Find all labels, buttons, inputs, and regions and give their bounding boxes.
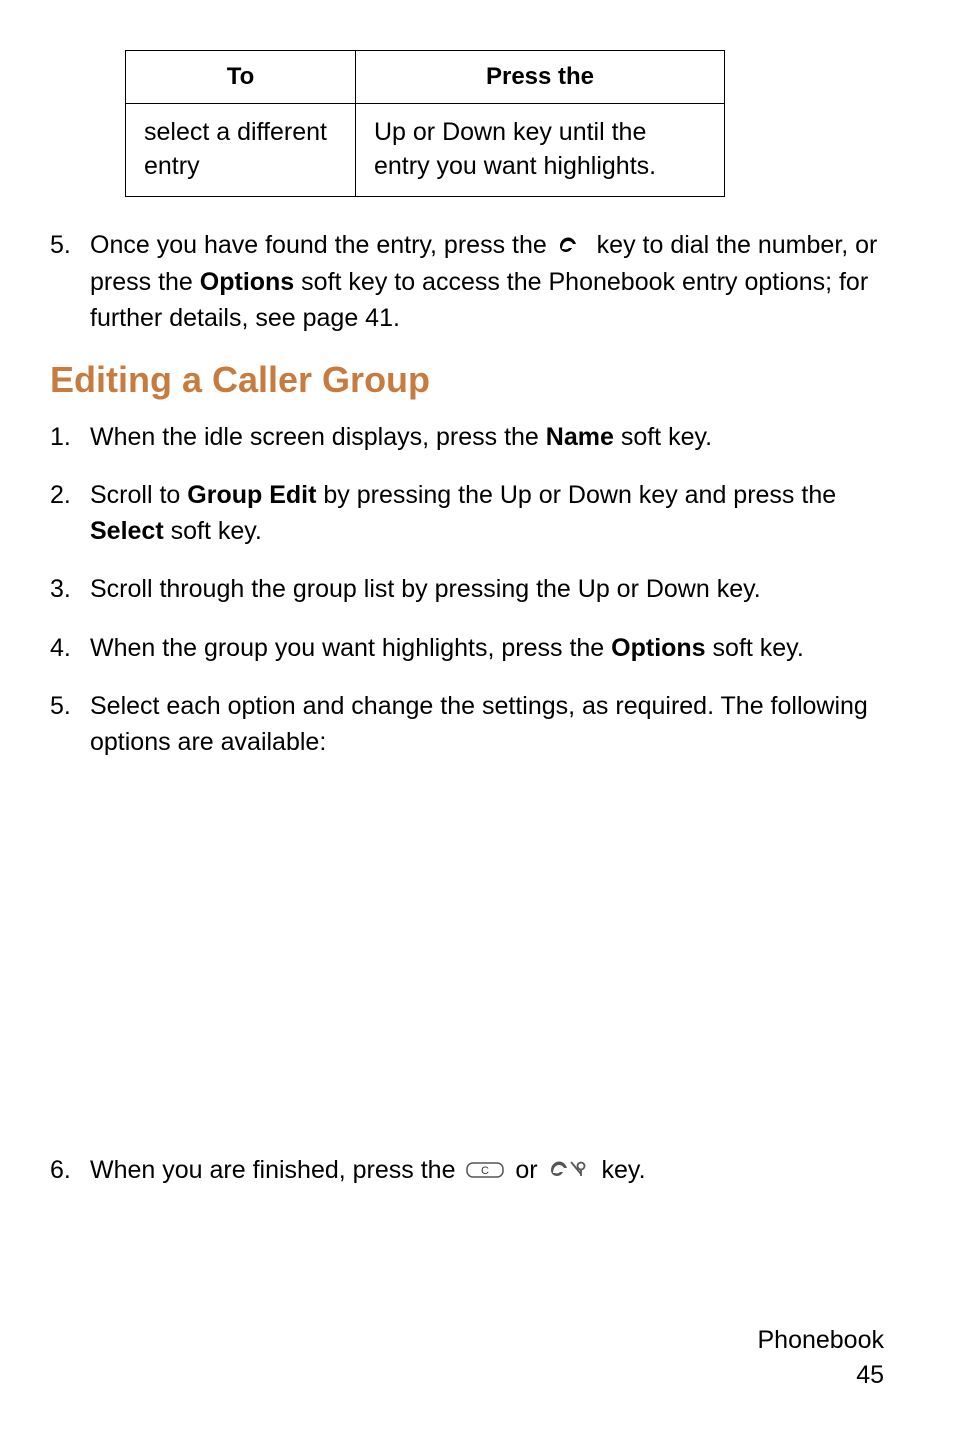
- footer-label: Phonebook: [757, 1323, 884, 1358]
- instruction-table: To Press the select a different entry Up…: [125, 50, 725, 197]
- step-5-pre-heading: 5. Once you have found the entry, press …: [50, 227, 884, 337]
- step-number: 4.: [50, 630, 90, 666]
- step-number: 3.: [50, 571, 90, 607]
- c-key-icon: C: [466, 1154, 504, 1190]
- step-text: Once you have found the entry, press the…: [90, 227, 884, 337]
- step-2: 2. Scroll to Group Edit by pressing the …: [50, 477, 884, 550]
- table-header-to: To: [126, 51, 356, 104]
- step-number: 1.: [50, 419, 90, 455]
- page-footer: Phonebook 45: [757, 1323, 884, 1393]
- send-key-icon: [558, 228, 586, 264]
- step-text: When the group you want highlights, pres…: [90, 630, 884, 666]
- step-number: 5.: [50, 688, 90, 761]
- step-1: 1. When the idle screen displays, press …: [50, 419, 884, 455]
- table-header-press: Press the: [356, 51, 725, 104]
- step-text: When the idle screen displays, press the…: [90, 419, 884, 455]
- step-number: 2.: [50, 477, 90, 550]
- step-3: 3. Scroll through the group list by pres…: [50, 571, 884, 607]
- step-number: 6.: [50, 1152, 90, 1190]
- table-cell-to: select a different entry: [126, 104, 356, 197]
- table-row: select a different entry Up or Down key …: [126, 104, 725, 197]
- footer-page-number: 45: [757, 1358, 884, 1393]
- step-4: 4. When the group you want highlights, p…: [50, 630, 884, 666]
- section-heading: Editing a Caller Group: [50, 359, 884, 401]
- step-6: 6. When you are finished, press the C or…: [50, 1152, 884, 1190]
- step-number: 5.: [50, 227, 90, 337]
- end-key-icon: [549, 1154, 591, 1190]
- step-text: Scroll to Group Edit by pressing the Up …: [90, 477, 884, 550]
- table-cell-press: Up or Down key until the entry you want …: [356, 104, 725, 197]
- svg-text:C: C: [481, 1165, 489, 1177]
- step-text: Scroll through the group list by pressin…: [90, 571, 884, 607]
- step-5: 5. Select each option and change the set…: [50, 688, 884, 761]
- step-text: When you are finished, press the C or ke…: [90, 1152, 884, 1190]
- step-text: Select each option and change the settin…: [90, 688, 884, 761]
